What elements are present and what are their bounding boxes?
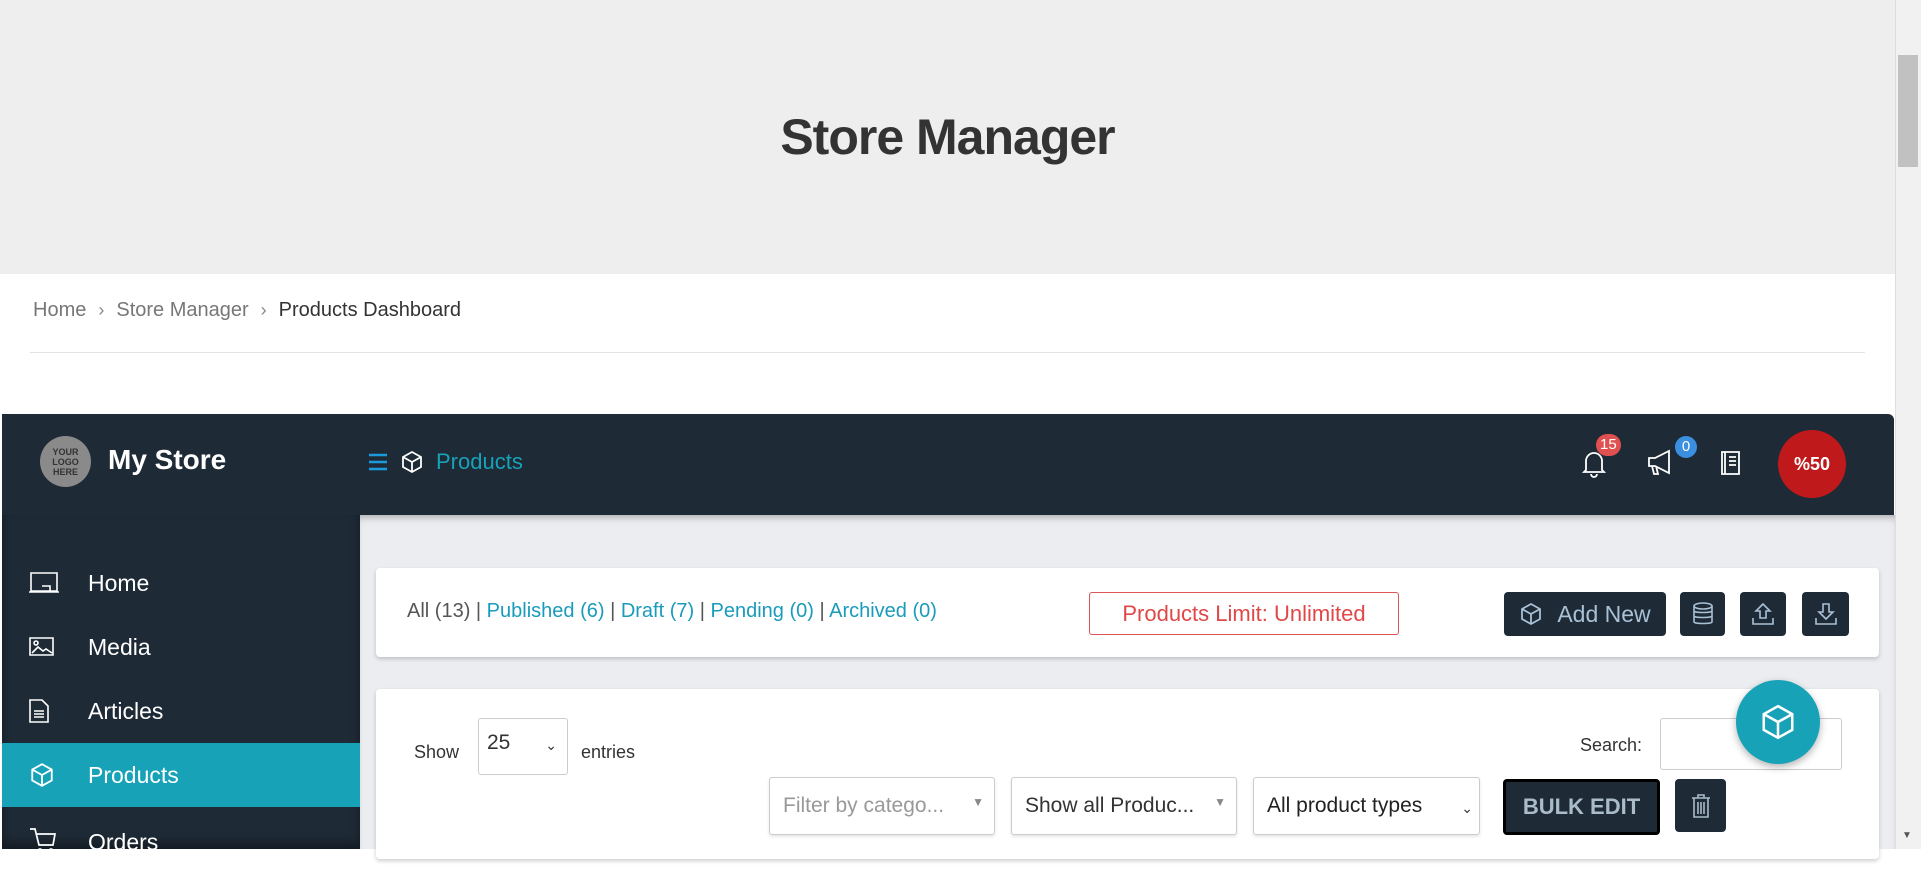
separator: | xyxy=(470,600,487,622)
import-button[interactable] xyxy=(1740,592,1786,636)
search-label: Search: xyxy=(1580,735,1643,755)
box-icon xyxy=(1762,704,1794,740)
page-title: Store Manager xyxy=(780,109,1115,165)
divider xyxy=(30,352,1865,353)
status-pending[interactable]: Pending (0) xyxy=(710,600,813,622)
status-published[interactable]: Published (6) xyxy=(487,600,605,622)
sidebar-item-articles[interactable]: Articles xyxy=(2,679,360,743)
page-hero: Store Manager xyxy=(0,0,1895,274)
caret-down-icon: ▼ xyxy=(972,795,984,809)
section-header: Products xyxy=(368,449,523,475)
filter-status-select[interactable]: Show all Produc... ▼ xyxy=(1011,777,1237,835)
top-bar xyxy=(2,414,1894,515)
store-name[interactable]: My Store xyxy=(108,444,226,476)
hamburger-menu-icon[interactable] xyxy=(368,453,388,471)
chevron-down-icon: ⌄ xyxy=(1461,800,1473,816)
sidebar-item-home[interactable]: Home xyxy=(2,551,360,615)
separator: | xyxy=(604,600,621,622)
bulk-edit-button[interactable]: BULK EDIT xyxy=(1503,779,1660,835)
megaphone-icon[interactable] xyxy=(1647,448,1675,476)
separator: | xyxy=(813,600,830,622)
breadcrumb: Home › Store Manager › Products Dashboard xyxy=(33,299,461,322)
filter-type-select[interactable]: All product types ⌄ xyxy=(1253,777,1480,835)
add-new-button[interactable]: Add New xyxy=(1504,592,1666,636)
products-limit-badge: Products Limit: Unlimited xyxy=(1089,592,1399,635)
filter-category-select[interactable]: Filter by catego... ▼ xyxy=(769,777,995,835)
sidebar-item-products[interactable]: Products xyxy=(2,743,360,807)
entries-value: 25 xyxy=(487,731,511,754)
sidebar-item-label: Products xyxy=(88,761,179,788)
separator: | xyxy=(694,600,711,622)
chevron-down-icon: ⌄ xyxy=(545,737,557,753)
announcement-badge: 0 xyxy=(1675,436,1697,458)
filter-type-value: All product types xyxy=(1267,794,1423,817)
home-icon xyxy=(29,572,59,593)
breadcrumb-current: Products Dashboard xyxy=(278,299,461,321)
chevron-right-icon: › xyxy=(260,300,267,320)
sidebar-item-label: Articles xyxy=(88,697,164,724)
status-archived[interactable]: Archived (0) xyxy=(829,600,937,622)
trash-icon xyxy=(1691,793,1710,818)
cart-icon xyxy=(30,828,57,854)
sidebar-item-label: Media xyxy=(88,633,151,660)
box-icon xyxy=(402,450,422,474)
avatar[interactable]: %50 xyxy=(1778,430,1846,498)
entries-select[interactable]: 25 ⌄ xyxy=(478,718,568,775)
status-filter: All (13) | Published (6) | Draft (7) | P… xyxy=(407,600,937,623)
box-icon xyxy=(31,763,53,787)
status-all[interactable]: All (13) xyxy=(407,600,470,622)
download-icon xyxy=(1814,603,1837,625)
export-button[interactable] xyxy=(1802,592,1849,636)
scrollbar-thumb[interactable] xyxy=(1898,55,1918,167)
entries-label: entries xyxy=(581,742,636,762)
sidebar-item-label: Home xyxy=(88,569,150,596)
filter-category-placeholder: Filter by catego... xyxy=(783,794,945,817)
database-icon xyxy=(1692,602,1713,625)
stock-manager-button[interactable] xyxy=(1680,592,1725,636)
scroll-down-icon[interactable]: ▼ xyxy=(1902,830,1912,841)
articles-icon xyxy=(29,699,49,723)
breadcrumb-home[interactable]: Home xyxy=(33,299,86,322)
section-title: Products xyxy=(436,449,523,474)
sidebar-item-label: Orders xyxy=(88,829,159,855)
book-icon[interactable] xyxy=(1719,450,1741,476)
box-icon xyxy=(1521,602,1542,626)
notification-badge: 15 xyxy=(1596,434,1621,456)
bulk-delete-button[interactable] xyxy=(1675,779,1726,832)
status-draft[interactable]: Draft (7) xyxy=(621,600,694,622)
show-label: Show xyxy=(414,742,460,762)
sidebar-item-media[interactable]: Media xyxy=(2,615,360,679)
add-product-fab[interactable] xyxy=(1736,680,1820,764)
filter-status-value: Show all Produc... xyxy=(1025,794,1195,817)
sidebar-item-orders[interactable]: Orders xyxy=(2,807,360,871)
breadcrumb-store-manager[interactable]: Store Manager xyxy=(116,299,248,322)
upload-icon xyxy=(1752,602,1774,625)
media-icon xyxy=(29,637,54,656)
add-new-label: Add New xyxy=(1557,600,1651,627)
store-logo[interactable]: YOUR LOGO HERE xyxy=(40,436,91,487)
caret-down-icon: ▼ xyxy=(1214,795,1226,809)
chevron-right-icon: › xyxy=(98,300,105,320)
